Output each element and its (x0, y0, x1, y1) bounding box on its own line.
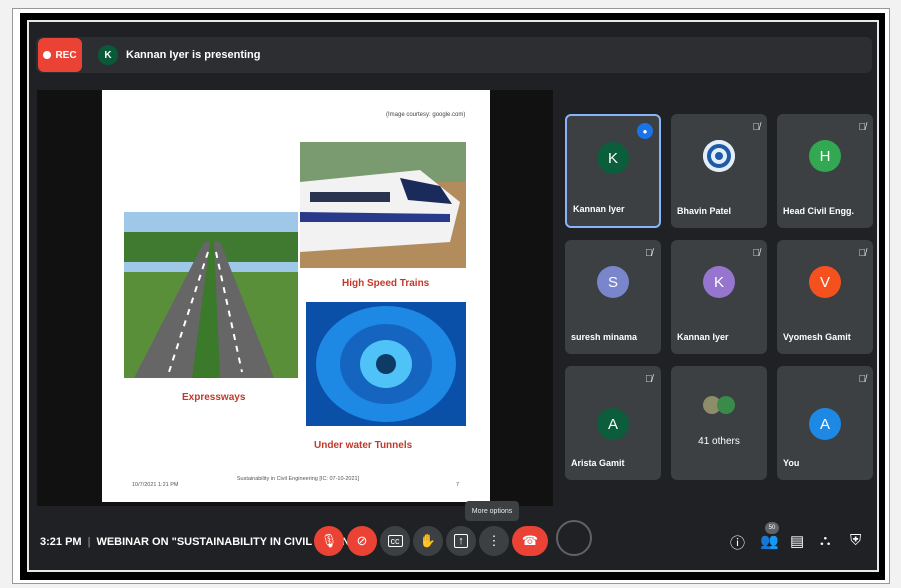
image-credit: (Image courtesy: google.com) (386, 112, 466, 118)
avatar: H (809, 140, 841, 172)
participant-tile[interactable]: 🎙̸ K Kannan Iyer (671, 240, 767, 354)
presenting-text: Kannan Iyer is presenting (126, 49, 261, 61)
bottom-bar: 3:21 PM | WEBINAR ON "SUSTAINABILITY IN CI… (30, 516, 876, 570)
trains-caption: High Speed Trains (342, 278, 430, 289)
avatar: A (809, 408, 841, 440)
avatar: K (703, 266, 735, 298)
avatar-photo (717, 396, 735, 414)
people-count-badge: 50 (765, 522, 779, 534)
camera-toggle-button[interactable]: ⊘ (347, 526, 377, 556)
hand-icon: ✋ (419, 533, 437, 548)
participant-tile[interactable]: 🎙̸ V Vyomesh Gamit (777, 240, 873, 354)
mic-toggle-button[interactable]: 🎙 (314, 526, 344, 556)
more-options-button[interactable]: ⋮ (479, 526, 509, 556)
presenting-banner: K Kannan Iyer is presenting (92, 38, 260, 72)
captions-button[interactable]: cc (380, 526, 410, 556)
tunnel-image (306, 302, 466, 426)
participant-tile[interactable]: 🎙̸ H Head Civil Engg. (777, 114, 873, 228)
slide-footer-page: 7 (456, 482, 460, 488)
others-count: 41 others (698, 436, 740, 447)
avatar-photo (703, 140, 735, 172)
avatar: S (597, 266, 629, 298)
participant-name: Vyomesh Gamit (783, 332, 851, 342)
participant-name: Kannan Iyer (573, 204, 625, 214)
clock-time: 3:21 PM (40, 536, 82, 548)
tunnels-caption: Under water Tunnels (314, 440, 413, 451)
mic-off-icon: 🎙̸ (858, 374, 867, 385)
presented-slide: (Image courtesy: google.com) Expressways… (102, 90, 490, 502)
participant-tile[interactable]: 🎙̸ A Arista Gamit (565, 366, 661, 480)
chat-icon[interactable]: ▤ (790, 532, 804, 550)
avatar: V (809, 266, 841, 298)
raise-hand-button[interactable]: ✋ (413, 526, 443, 556)
participant-name: Head Civil Engg. (783, 206, 855, 216)
train-image (300, 142, 466, 268)
participant-name: Arista Gamit (571, 458, 625, 468)
mic-off-icon: 🎙̸ (752, 122, 761, 133)
meeting-details: 3:21 PM | WEBINAR ON "SUSTAINABILITY IN CI… (40, 536, 359, 548)
captions-icon: cc (387, 535, 403, 547)
participant-tile[interactable]: 🎙̸ S suresh minama (565, 240, 661, 354)
host-controls-icon[interactable]: ⛨ (850, 532, 861, 549)
expressway-image (124, 212, 298, 378)
cursor-ring (556, 520, 592, 556)
avatar: K (597, 142, 629, 174)
speaking-indicator-icon: ● (637, 123, 653, 139)
mic-off-icon: 🎙̸ (752, 248, 761, 259)
mic-off-icon: 🎙̸ (858, 248, 867, 259)
activities-icon[interactable]: ⛬ (820, 532, 831, 549)
camera-off-icon: ⊘ (356, 533, 368, 548)
slide-footer-title: Sustainability in Civil Engineering [IC:… (236, 476, 360, 482)
mic-off-icon: 🎙̸ (645, 374, 653, 385)
expressways-caption: Expressways (182, 392, 246, 403)
recording-badge[interactable]: REC (38, 38, 82, 72)
separator: | (87, 536, 91, 548)
hang-up-icon: ☎ (521, 533, 539, 548)
participant-name: You (783, 458, 800, 468)
meeting-info-icon[interactable]: ⓘ (730, 532, 745, 553)
participant-tile[interactable]: 🎙̸ A You (777, 366, 873, 480)
participant-name: suresh minama (571, 332, 638, 342)
leave-call-button[interactable]: ☎ (512, 526, 548, 556)
participant-tile[interactable]: ● K Kannan Iyer (565, 114, 661, 228)
record-dot-icon (43, 51, 52, 59)
people-icon[interactable]: 👥 (760, 532, 779, 550)
mic-off-icon: 🎙̸ (858, 122, 867, 133)
more-vert-icon: ⋮ (487, 533, 501, 548)
present-button[interactable]: ↑ (446, 526, 476, 556)
participant-name: Bhavin Patel (677, 206, 732, 216)
mic-off-icon: 🎙̸ (645, 248, 653, 259)
others-tile[interactable]: 41 others (671, 366, 767, 480)
presenter-avatar: K (98, 45, 118, 65)
slide-footer-date: 10/7/2021 1:21 PM (132, 482, 179, 488)
participant-tile[interactable]: 🎙̸ Bhavin Patel (671, 114, 767, 228)
rec-label: REC (55, 49, 77, 61)
mic-off-icon: 🎙 (320, 533, 338, 548)
others-avatars (703, 396, 735, 414)
participant-name: Kannan Iyer (677, 332, 729, 342)
present-icon: ↑ (454, 534, 468, 548)
avatar: A (597, 408, 629, 440)
